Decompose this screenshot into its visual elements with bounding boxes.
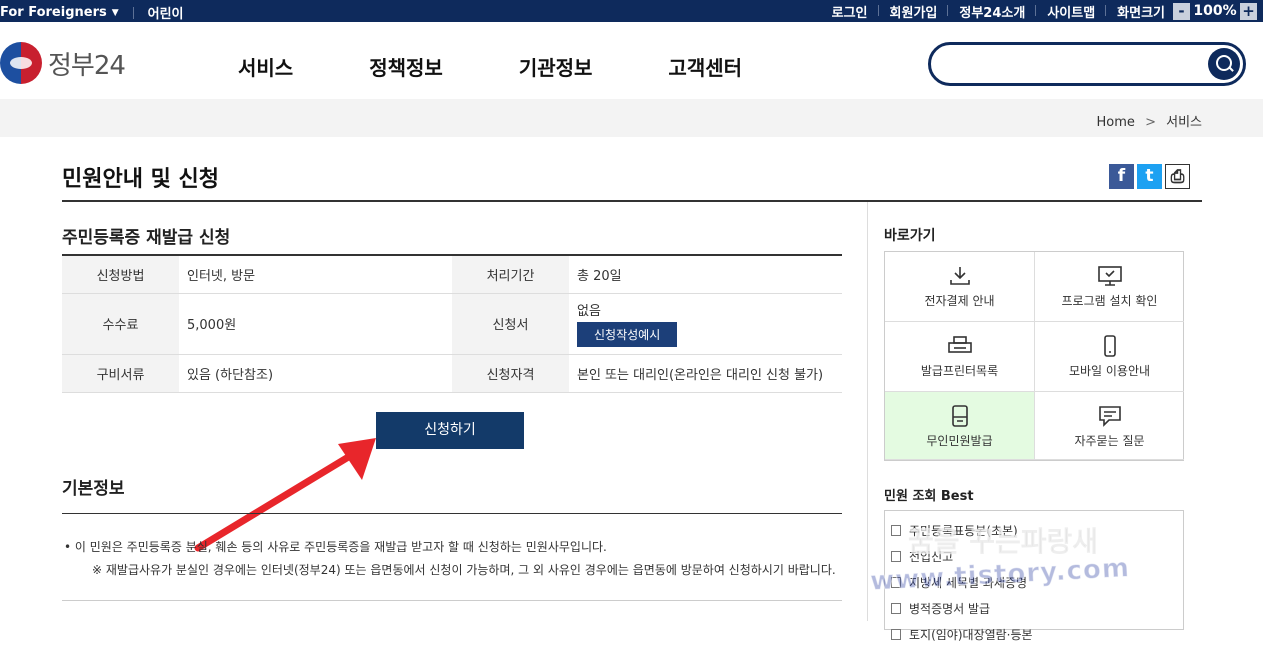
chevron-right-icon: >	[1145, 115, 1156, 130]
table-header-cell: 처리기간	[452, 255, 569, 294]
screen-size-label: 화면크기	[1105, 2, 1165, 21]
table-cell: 5,000원	[179, 293, 452, 355]
quick-link-label: 무인민원발급	[926, 434, 993, 448]
quick-link-label: 프로그램 설치 확인	[1061, 294, 1158, 308]
quick-link-label: 전자결제 안내	[924, 294, 995, 308]
best-title: 민원 조회 Best	[884, 489, 974, 504]
about-link[interactable]: 정부24소개	[947, 2, 1025, 21]
site-logo[interactable]: 정부24	[0, 42, 126, 84]
document-icon	[891, 628, 901, 640]
section-divider	[62, 513, 842, 514]
description-text: • 이 민원은 주민등록증 분실, 훼손 등의 사유로 주민등록증을 재발급 받…	[64, 540, 607, 554]
red-arrow-annotation	[194, 438, 376, 552]
monitor-icon	[1097, 266, 1122, 286]
quick-links-grid: 전자결제 안내 프로그램 설치 확인 발급프린터목록 모바일 이용안내 무인민원…	[884, 251, 1184, 461]
form-value: 없음	[577, 304, 601, 319]
quick-link-kiosk[interactable]: 무인민원발급	[885, 392, 1035, 460]
list-item[interactable]: 병적증명서 발급	[891, 595, 1183, 621]
document-icon	[891, 550, 901, 562]
table-cell: 본인 또는 대리인(온라인은 대리인 신청 불가)	[569, 354, 842, 393]
zoom-value: 100%	[1193, 3, 1237, 19]
table-cell: 인터넷, 방문	[179, 255, 452, 294]
watermark-text: 꿈을 꾸는파랑새	[907, 525, 1099, 559]
table-header-cell: 구비서류	[62, 354, 179, 393]
page-title: 민원안내 및 신청	[62, 167, 219, 192]
table-cell: 있음 (하단참조)	[179, 354, 452, 393]
main-nav: 서비스 정책정보 기관정보 고객센터	[238, 52, 818, 81]
quick-link-program[interactable]: 프로그램 설치 확인	[1035, 252, 1184, 322]
quick-link-label: 모바일 이용안내	[1068, 364, 1151, 378]
nav-services[interactable]: 서비스	[238, 52, 293, 81]
mobile-icon	[1103, 335, 1116, 357]
quick-links-title: 바로가기	[884, 228, 936, 244]
table-cell: 없음 신청작성예시	[569, 293, 842, 355]
section-end-divider	[62, 600, 842, 601]
breadcrumb-current[interactable]: 서비스	[1166, 115, 1202, 130]
login-link[interactable]: 로그인	[832, 2, 868, 21]
site-header: 정부24 서비스 정책정보 기관정보 고객센터	[0, 22, 1263, 99]
breadcrumb-bar: Home > 서비스	[0, 99, 1263, 137]
description-note: ※ 재발급사유가 분실인 경우에는 인터넷(정부24) 또는 읍면동에서 신청이…	[92, 563, 836, 577]
basic-info-title: 기본정보	[62, 479, 125, 499]
quick-link-label: 자주묻는 질문	[1074, 434, 1145, 448]
zoom-control: - 100% +	[1173, 2, 1257, 20]
column-divider	[867, 202, 868, 621]
download-icon	[949, 267, 970, 285]
kids-link[interactable]: 어린이	[148, 3, 184, 22]
table-header-cell: 수수료	[62, 293, 179, 355]
quick-link-payment[interactable]: 전자결제 안내	[885, 252, 1035, 322]
service-info-table: 신청방법 인터넷, 방문 처리기간 총 20일 수수료 5,000원 신청서 없…	[62, 254, 842, 393]
taegeuk-logo-icon	[0, 42, 42, 84]
search-icon[interactable]	[1208, 48, 1240, 80]
table-row: 수수료 5,000원 신청서 없음 신청작성예시	[62, 293, 842, 355]
nav-agency[interactable]: 기관정보	[519, 52, 593, 81]
logo-text: 정부24	[48, 50, 126, 81]
share-buttons: f t ⎙	[1109, 164, 1193, 189]
quick-link-faq[interactable]: 자주묻는 질문	[1035, 392, 1184, 460]
facebook-icon[interactable]: f	[1109, 164, 1134, 189]
service-title: 주민등록증 재발급 신청	[62, 228, 231, 248]
table-header-cell: 신청자격	[452, 354, 569, 393]
breadcrumb-home[interactable]: Home	[1097, 115, 1135, 130]
title-divider	[62, 200, 1202, 202]
list-item[interactable]: 토지(임야)대장열람·등본	[891, 621, 1183, 647]
kiosk-icon	[951, 405, 968, 427]
printer-icon	[947, 336, 972, 353]
table-cell: 총 20일	[569, 255, 842, 294]
quick-link-printers[interactable]: 발급프린터목록	[885, 322, 1035, 392]
search-box[interactable]	[928, 42, 1246, 86]
zoom-in-button[interactable]: +	[1240, 2, 1257, 20]
sitemap-link[interactable]: 사이트맵	[1035, 2, 1095, 21]
chat-icon	[1098, 406, 1121, 427]
print-icon[interactable]: ⎙	[1165, 164, 1190, 189]
twitter-icon[interactable]: t	[1137, 164, 1162, 189]
document-icon	[891, 524, 901, 536]
form-example-button[interactable]: 신청작성예시	[577, 322, 678, 347]
for-foreigners-menu[interactable]: For Foreigners	[0, 5, 107, 20]
nav-policy[interactable]: 정책정보	[369, 52, 443, 81]
table-row: 신청방법 인터넷, 방문 처리기간 총 20일	[62, 255, 842, 294]
nav-support[interactable]: 고객센터	[668, 52, 742, 81]
table-header-cell: 신청방법	[62, 255, 179, 294]
document-icon	[891, 602, 901, 614]
quick-link-label: 발급프린터목록	[920, 364, 999, 378]
zoom-out-button[interactable]: -	[1173, 2, 1190, 20]
apply-button[interactable]: 신청하기	[376, 412, 524, 449]
caret-down-icon[interactable]: ▼	[112, 8, 119, 18]
table-header-cell: 신청서	[452, 293, 569, 355]
table-row: 구비서류 있음 (하단참조) 신청자격 본인 또는 대리인(온라인은 대리인 신…	[62, 354, 842, 393]
quick-link-mobile[interactable]: 모바일 이용안내	[1035, 322, 1184, 392]
top-utility-bar: For Foreigners ▼ 어린이 로그인 회원가입 정부24소개 사이트…	[0, 0, 1263, 22]
signup-link[interactable]: 회원가입	[877, 2, 937, 21]
breadcrumb: Home > 서비스	[1097, 111, 1202, 130]
